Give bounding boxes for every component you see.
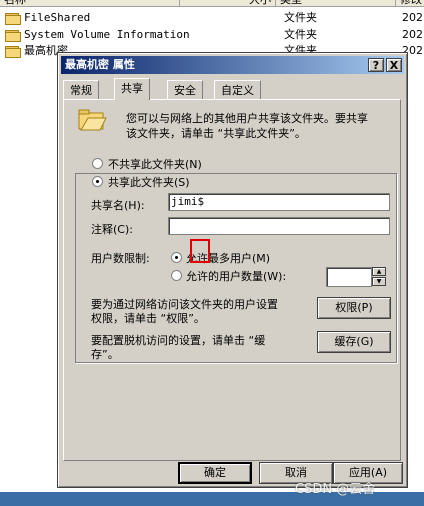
shared-folder-icon: [78, 109, 107, 131]
column-header-name[interactable]: 名称: [0, 0, 180, 7]
allowed-users-radio[interactable]: [171, 270, 182, 281]
close-button[interactable]: X: [386, 58, 402, 72]
share-name-label: 共享名(H):: [91, 199, 145, 212]
dialog-titlebar[interactable]: 最高机密 属性 ? X: [61, 56, 404, 74]
column-header-type[interactable]: 类型: [276, 0, 396, 7]
spin-up-icon[interactable]: ▲: [372, 267, 386, 276]
tab-sharing[interactable]: 共享: [114, 78, 150, 100]
list-item[interactable]: System Volume Information 文件夹 2021: [0, 27, 424, 43]
user-limit-label: 用户数限制:: [91, 252, 150, 265]
tab-customize[interactable]: 自定义: [214, 80, 261, 99]
column-header-modified[interactable]: 修改: [396, 0, 424, 7]
column-header-size[interactable]: 大小: [180, 0, 276, 7]
tab-general[interactable]: 常规: [63, 80, 99, 99]
cache-button[interactable]: 缓存(G): [317, 331, 391, 353]
comment-field[interactable]: [168, 217, 390, 235]
help-button[interactable]: ?: [368, 58, 384, 72]
cache-text-line2: 存”。: [91, 348, 119, 361]
folder-icon: [5, 30, 21, 42]
not-share-radio[interactable]: [92, 158, 103, 169]
max-users-label: 允许最多用户(M): [186, 252, 271, 265]
user-count-field[interactable]: [326, 267, 372, 287]
list-item[interactable]: FileShared 文件夹 2021: [0, 10, 424, 26]
tab-security[interactable]: 安全: [167, 80, 203, 99]
watermark: CSDN @云舍: [295, 482, 376, 497]
permissions-text-line2: 权限，请单击 “权限”。: [91, 312, 205, 325]
sharing-description-line1: 您可以与网络上的其他用户共享该文件夹。要共享: [126, 112, 368, 125]
max-users-radio[interactable]: [171, 252, 182, 263]
not-share-label: 不共享此文件夹(N): [108, 158, 202, 171]
dialog-title: 最高机密 属性: [65, 58, 135, 71]
folder-icon: [5, 46, 21, 58]
spin-down-icon[interactable]: ▼: [372, 277, 386, 286]
properties-dialog: 最高机密 属性 ? X 常规 共享 安全 自定义 您可以与网络上的其他用户共享该…: [57, 52, 408, 488]
user-count-stepper[interactable]: ▲ ▼: [326, 267, 388, 287]
ok-button[interactable]: 确定: [178, 462, 252, 484]
allowed-users-label: 允许的用户数量(W):: [186, 270, 287, 283]
folder-icon: [5, 13, 21, 25]
sharing-description-line2: 该文件夹，请单击 “共享此文件夹”。: [126, 127, 306, 140]
permissions-button[interactable]: 权限(P): [317, 297, 391, 319]
comment-label: 注释(C):: [91, 223, 133, 236]
share-name-field[interactable]: jimi$: [168, 193, 390, 211]
